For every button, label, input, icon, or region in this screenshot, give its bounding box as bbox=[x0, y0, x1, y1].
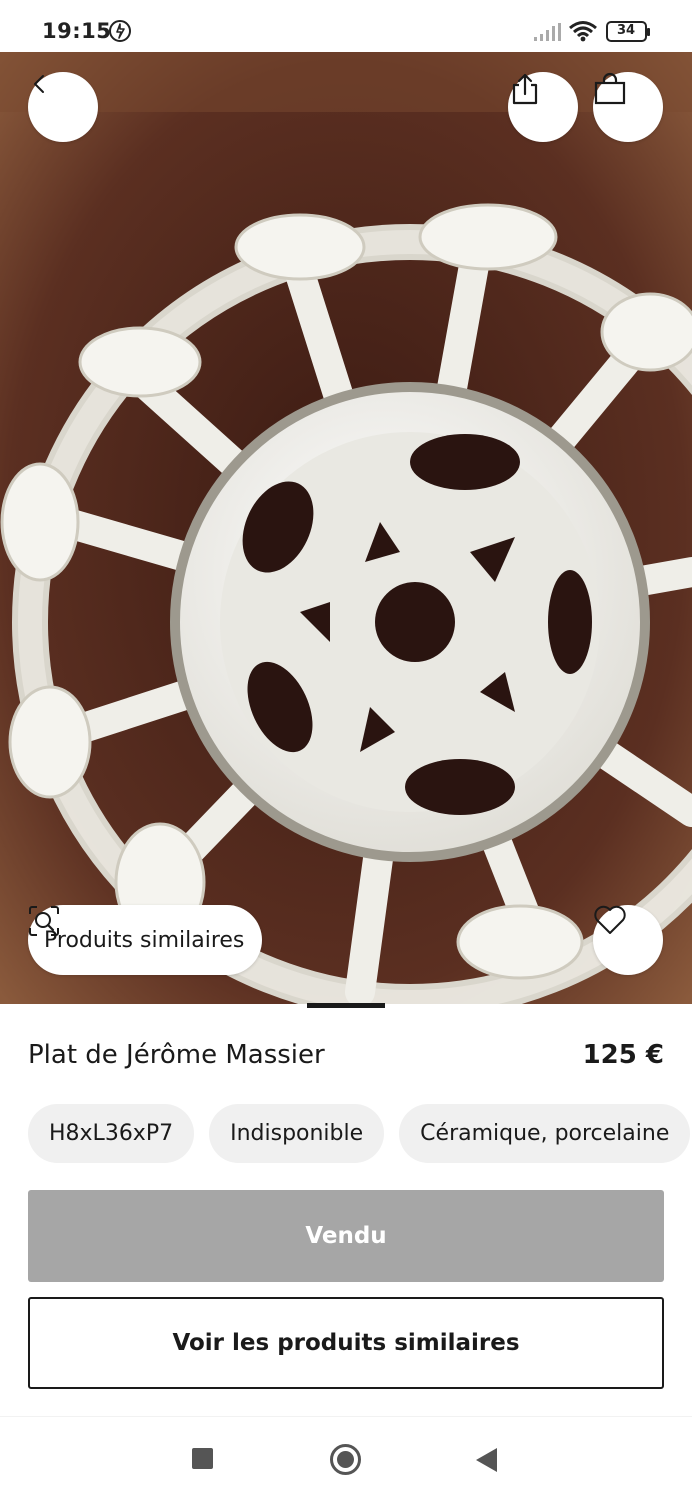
similar-products-button[interactable]: Produits similaires bbox=[28, 905, 263, 975]
product-title: Plat de Jérôme Massier bbox=[28, 1040, 325, 1070]
system-navigation-bar bbox=[0, 1416, 692, 1500]
chip-availability[interactable]: Indisponible bbox=[209, 1104, 385, 1163]
carousel-indicator bbox=[307, 1003, 385, 1008]
battery-icon: 34 bbox=[606, 21, 652, 43]
sold-button[interactable]: Vendu bbox=[28, 1190, 664, 1282]
similar-products-label: Produits similaires bbox=[44, 927, 245, 953]
status-time: 19:15 bbox=[42, 19, 112, 43]
heart-icon bbox=[594, 905, 626, 934]
wifi-icon bbox=[569, 21, 597, 42]
visual-search-icon bbox=[29, 906, 59, 936]
back-button[interactable] bbox=[28, 72, 98, 142]
favorite-button[interactable] bbox=[593, 905, 663, 975]
share-button[interactable] bbox=[508, 72, 578, 142]
shopping-bag-button[interactable] bbox=[593, 72, 663, 142]
chip-material[interactable]: Céramique, porcelaine bbox=[399, 1104, 691, 1163]
product-attributes[interactable]: H8xL36xP7 Indisponible Céramique, porcel… bbox=[28, 1104, 691, 1163]
signal-icon bbox=[534, 23, 561, 41]
home-icon[interactable] bbox=[330, 1444, 361, 1475]
chip-dimensions[interactable]: H8xL36xP7 bbox=[28, 1104, 195, 1163]
status-bar: 19:15 34 bbox=[0, 0, 692, 52]
product-photo bbox=[0, 52, 692, 1004]
product-image-carousel[interactable]: Produits similaires bbox=[0, 52, 692, 1004]
system-back-icon[interactable] bbox=[476, 1448, 497, 1472]
battery-level: 34 bbox=[616, 23, 636, 38]
back-icon bbox=[34, 75, 44, 93]
product-price: 125 € bbox=[582, 1040, 664, 1070]
alarm-icon bbox=[109, 20, 131, 42]
see-similar-products-button[interactable]: Voir les produits similaires bbox=[28, 1297, 664, 1389]
share-icon bbox=[512, 73, 538, 105]
recents-icon[interactable] bbox=[192, 1448, 213, 1469]
shopping-bag-icon bbox=[594, 72, 626, 105]
